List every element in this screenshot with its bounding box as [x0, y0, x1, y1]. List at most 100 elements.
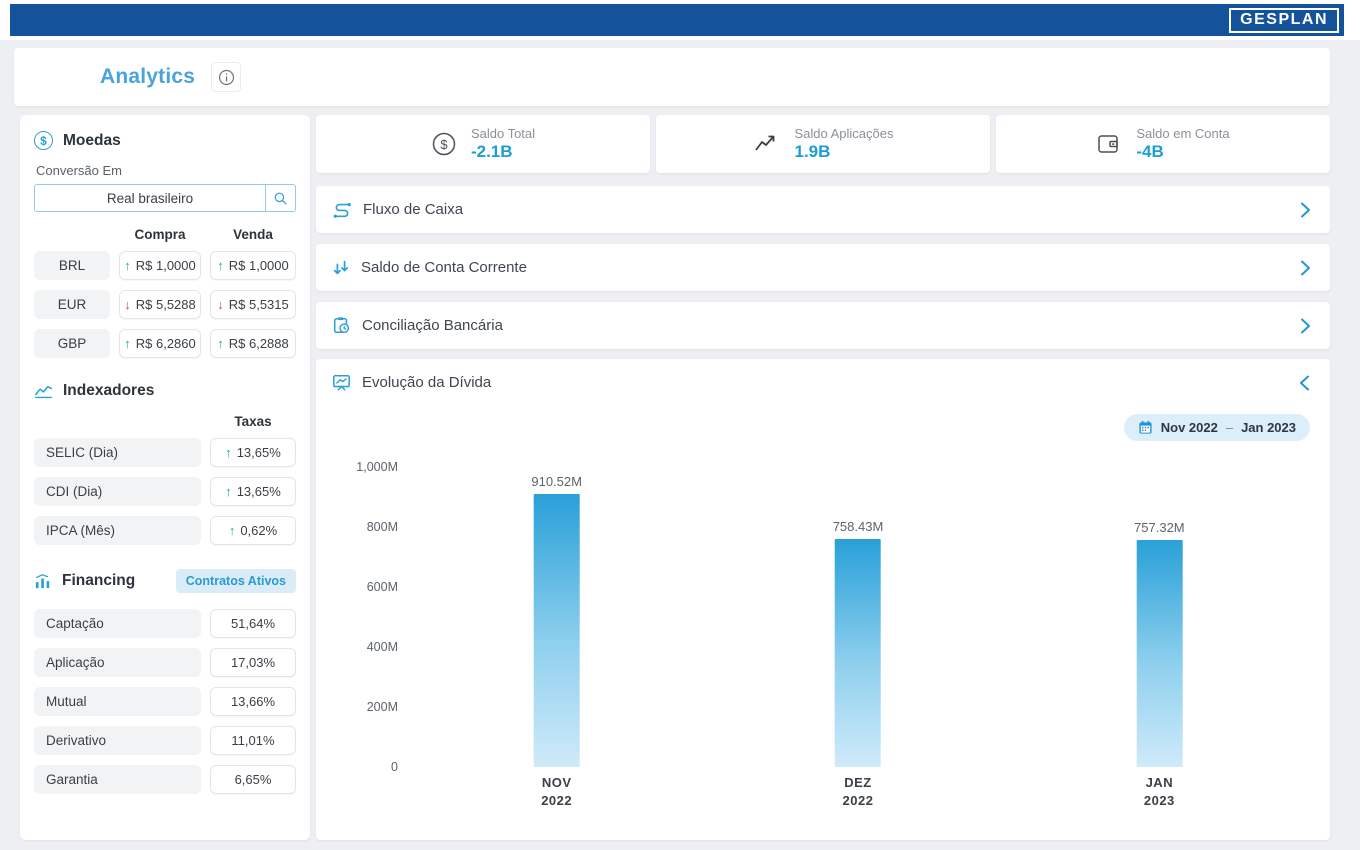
financing-label: Captação [34, 609, 201, 638]
bar-value-label: 910.52M [531, 474, 582, 489]
panel-title: Fluxo de Caixa [363, 201, 1298, 218]
page-title-card: Analytics [14, 48, 1330, 106]
bar-value-label: 757.32M [1134, 520, 1185, 535]
panel-title: Conciliação Bancária [362, 317, 1298, 334]
chevron-right-icon [1298, 317, 1312, 335]
bar-value-label: 758.43M [833, 519, 884, 534]
currency-columns-header: Compra Venda [34, 227, 296, 242]
x-tick-label: NOV2022 [541, 774, 572, 809]
page-title: Analytics [100, 65, 195, 89]
currency-input[interactable] [35, 185, 265, 211]
venda-chip: ↓ R$ 5,5315 [210, 290, 296, 319]
venda-chip: ↑ R$ 6,2888 [210, 329, 296, 358]
financing-chip: 13,66% [210, 687, 296, 716]
info-button[interactable] [211, 62, 241, 92]
clipboard-clock-icon [332, 316, 351, 335]
taxa-chip: ↑ 13,65% [210, 477, 296, 506]
compra-value: R$ 1,0000 [136, 258, 196, 273]
taxa-value: 0,62% [240, 523, 277, 538]
moedas-title: Moedas [63, 132, 121, 150]
x-tick-label: JAN2023 [1144, 774, 1175, 809]
chart-plot: 910.52M 758.43M 757.32M [406, 467, 1310, 767]
conversion-label: Conversão Em [36, 163, 296, 178]
y-tick-label: 600M [367, 580, 398, 594]
financing-label: Derivativo [34, 726, 201, 755]
saldo-conta-corrente-header[interactable]: Saldo de Conta Corrente [316, 244, 1330, 291]
panel-title: Saldo de Conta Corrente [361, 259, 1298, 276]
financing-section-header: Financing Contratos Ativos [34, 569, 296, 593]
trend-arrow-icon: ↑ [225, 484, 232, 499]
summary-label: Saldo em Conta [1136, 126, 1229, 141]
indexador-row-ipca: IPCA (Mês) ↑ 0,62% [34, 516, 296, 545]
moedas-section-header: $ Moedas [34, 131, 296, 150]
indexador-label: IPCA (Mês) [34, 516, 201, 545]
dollar-circle-icon: $ [431, 131, 457, 157]
evolucao-divida-header[interactable]: Evolução da Dívida [316, 359, 1330, 406]
financing-row-captacao: Captação 51,64% [34, 609, 296, 638]
financing-row-aplicacao: Aplicação 17,03% [34, 648, 296, 677]
venda-value: R$ 1,0000 [229, 258, 289, 273]
summary-label: Saldo Aplicações [794, 126, 893, 141]
evolucao-divida-panel: Evolução da Dívida Nov 2022 – Jan 2023 [316, 359, 1330, 840]
indexador-label: CDI (Dia) [34, 477, 201, 506]
cash-flow-icon [332, 201, 352, 219]
wallet-icon [1096, 132, 1122, 156]
financing-chip: 11,01% [210, 726, 296, 755]
compra-chip: ↑ R$ 1,0000 [119, 251, 201, 280]
x-tick-label: DEZ2022 [843, 774, 874, 809]
swap-arrows-icon [332, 258, 350, 277]
col-venda: Venda [210, 227, 296, 242]
financing-chip: 17,03% [210, 648, 296, 677]
y-tick-label: 1,000M [356, 460, 398, 474]
conciliacao-bancaria-header[interactable]: Conciliação Bancária [316, 302, 1330, 349]
financing-label: Aplicação [34, 648, 201, 677]
date-range-end: Jan 2023 [1241, 420, 1296, 435]
taxa-value: 13,65% [237, 484, 281, 499]
main-content: $ Saldo Total -2.1B Saldo Aplicações 1.9… [316, 115, 1330, 840]
trend-arrow-icon: ↑ [124, 336, 131, 351]
bar[interactable] [835, 539, 881, 767]
bar-slot: 757.32M [1134, 467, 1185, 767]
y-tick-label: 200M [367, 700, 398, 714]
compra-value: R$ 6,2860 [136, 336, 196, 351]
trending-up-icon [752, 132, 780, 156]
trend-arrow-icon: ↓ [217, 297, 224, 312]
col-compra: Compra [119, 227, 201, 242]
y-tick-label: 800M [367, 520, 398, 534]
financing-label: Garantia [34, 765, 201, 794]
trend-arrow-icon: ↑ [229, 523, 236, 538]
indexadores-section-header: Indexadores [34, 382, 296, 400]
taxas-header: Taxas [34, 414, 296, 429]
currency-search-group [34, 184, 296, 212]
fluxo-de-caixa-header[interactable]: Fluxo de Caixa [316, 186, 1330, 233]
financing-value: 6,65% [235, 772, 272, 787]
currency-code: EUR [34, 290, 110, 319]
saldo-aplicacoes-card: Saldo Aplicações 1.9B [656, 115, 990, 173]
financing-value: 17,03% [231, 655, 275, 670]
currency-search-button[interactable] [265, 185, 295, 211]
financing-row-derivativo: Derivativo 11,01% [34, 726, 296, 755]
col-taxas: Taxas [210, 414, 296, 429]
currency-row-brl: BRL ↑ R$ 1,0000 ↑ R$ 1,0000 [34, 251, 296, 280]
saldo-em-conta-card: Saldo em Conta -4B [996, 115, 1330, 173]
chart-x-labels: NOV2022 DEZ2022 JAN2023 [406, 774, 1310, 818]
trend-arrow-icon: ↓ [124, 297, 131, 312]
currency-row-gbp: GBP ↑ R$ 6,2860 ↑ R$ 6,2888 [34, 329, 296, 358]
contratos-ativos-badge[interactable]: Contratos Ativos [176, 569, 296, 593]
date-range-badge[interactable]: Nov 2022 – Jan 2023 [1124, 414, 1310, 441]
sidebar: $ Moedas Conversão Em Compra Venda BRL ↑… [20, 115, 310, 840]
taxa-chip: ↑ 13,65% [210, 438, 296, 467]
bar[interactable] [1136, 540, 1182, 767]
trend-arrow-icon: ↑ [225, 445, 232, 460]
bar[interactable] [534, 494, 580, 767]
date-range-row: Nov 2022 – Jan 2023 [316, 406, 1330, 441]
chevron-right-icon [1298, 201, 1312, 219]
search-icon [273, 191, 288, 206]
summary-value: -2.1B [471, 142, 535, 162]
fluxo-de-caixa-panel: Fluxo de Caixa [316, 186, 1330, 233]
financing-title: Financing [62, 572, 135, 590]
saldo-total-card: $ Saldo Total -2.1B [316, 115, 650, 173]
compra-chip: ↑ R$ 6,2860 [119, 329, 201, 358]
taxa-chip: ↑ 0,62% [210, 516, 296, 545]
financing-value: 13,66% [231, 694, 275, 709]
